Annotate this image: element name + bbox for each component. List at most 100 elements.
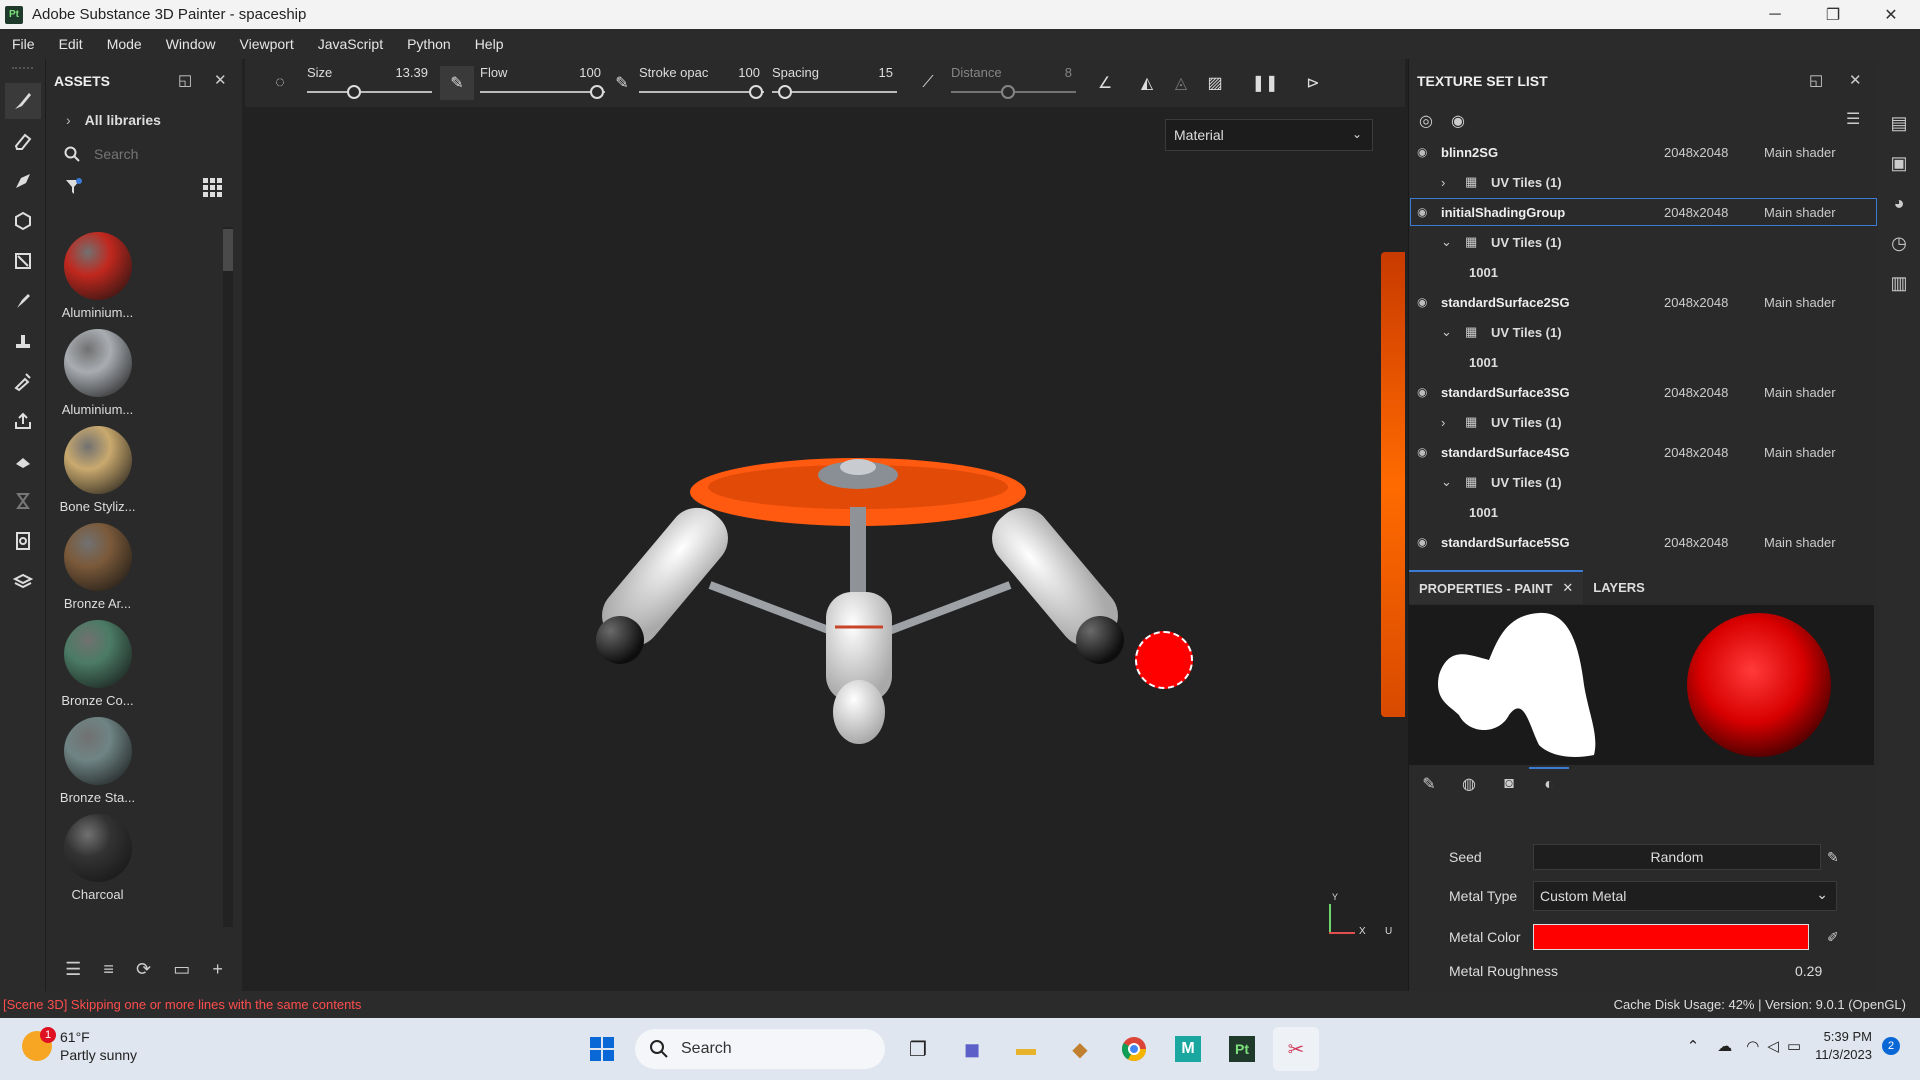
- geometry-fill-icon[interactable]: [5, 203, 41, 239]
- chevron-icon[interactable]: ⌄: [1441, 474, 1452, 490]
- smudge-tool-icon[interactable]: [5, 283, 41, 319]
- eye-icon[interactable]: ◉: [1417, 145, 1427, 159]
- eye-icon[interactable]: ◉: [1417, 205, 1427, 219]
- substance-painter-icon[interactable]: Pt: [1219, 1027, 1265, 1071]
- menu-javascript[interactable]: JavaScript: [306, 36, 395, 52]
- symmetry-icon[interactable]: ◭: [1130, 66, 1164, 100]
- search-input[interactable]: [94, 146, 194, 162]
- uv-tiles-row[interactable]: ⌄ ▦ UV Tiles (1): [1409, 227, 1878, 257]
- asset-item[interactable]: Bone Styliz...: [50, 420, 145, 517]
- metal-roughness-value[interactable]: 0.29: [1795, 963, 1822, 979]
- refresh-icon[interactable]: ⟳: [136, 959, 151, 980]
- weather-widget[interactable]: 1 61°F Partly sunny: [22, 1027, 137, 1064]
- maya-icon[interactable]: M: [1165, 1027, 1211, 1071]
- menu-window[interactable]: Window: [154, 36, 228, 52]
- minimize-button[interactable]: ─: [1746, 0, 1804, 29]
- tab-layers[interactable]: LAYERS: [1583, 570, 1655, 604]
- distance-slider[interactable]: Distance 8: [951, 59, 1076, 107]
- paint-brush-tool-icon[interactable]: [5, 83, 41, 119]
- assets-scrollbar[interactable]: [223, 227, 233, 927]
- chevron-icon[interactable]: ›: [1441, 415, 1445, 430]
- color-picker-icon[interactable]: [5, 363, 41, 399]
- hide-selection-icon[interactable]: ▨: [1198, 66, 1232, 100]
- size-slider[interactable]: Size 13.39: [307, 59, 432, 107]
- texture-set-row[interactable]: ◉ blinn2SG 2048x2048 Main shader: [1409, 137, 1878, 167]
- task-view-icon[interactable]: ❐: [895, 1027, 941, 1071]
- asset-item[interactable]: Charcoal: [50, 808, 145, 905]
- asset-item[interactable]: Bronze Ar...: [50, 517, 145, 614]
- eye-icon[interactable]: ◉: [1451, 111, 1465, 131]
- texture-set-row[interactable]: ◉ standardSurface4SG 2048x2048 Main shader: [1409, 437, 1878, 467]
- add-icon[interactable]: +: [212, 959, 223, 980]
- hourglass-icon[interactable]: [5, 483, 41, 519]
- viewport-split-icon[interactable]: ⊳: [1296, 66, 1330, 100]
- notification-badge[interactable]: 2: [1882, 1037, 1900, 1055]
- environment-icon[interactable]: ◕: [1878, 183, 1920, 223]
- taskbar-search[interactable]: Search: [635, 1029, 885, 1069]
- onedrive-icon[interactable]: ☁: [1717, 1037, 1732, 1055]
- document-search-icon[interactable]: [5, 523, 41, 559]
- windows-start-icon[interactable]: [579, 1027, 625, 1071]
- chevron-icon[interactable]: ›: [1441, 175, 1445, 190]
- chevron-icon[interactable]: ⌄: [1441, 324, 1452, 340]
- asset-item[interactable]: Aluminium...: [50, 323, 145, 420]
- tool-shelf-grip[interactable]: [12, 67, 33, 79]
- menu-mode[interactable]: Mode: [95, 36, 154, 52]
- wifi-icon[interactable]: ◠: [1746, 1037, 1759, 1055]
- folder-icon[interactable]: ▭: [173, 959, 190, 980]
- pen-pressure-flow-icon[interactable]: ✎: [605, 66, 639, 100]
- texture-set-settings-icon[interactable]: ▤: [1878, 103, 1920, 143]
- projection-tool-icon[interactable]: [5, 163, 41, 199]
- filter-icon[interactable]: [64, 177, 84, 197]
- brush-shape-icon[interactable]: ◌: [263, 66, 297, 100]
- undock-icon[interactable]: ◱: [178, 71, 192, 89]
- uv-tiles-row[interactable]: ⌄ ▦ UV Tiles (1): [1409, 317, 1878, 347]
- spaceship-model[interactable]: [590, 437, 1130, 757]
- eraser-tool-icon[interactable]: [5, 123, 41, 159]
- uv-tiles-row[interactable]: › ▦ UV Tiles (1): [1409, 407, 1878, 437]
- menu-edit[interactable]: Edit: [47, 36, 95, 52]
- clock[interactable]: 5:39 PM 11/3/2023: [1815, 1028, 1872, 1064]
- texture-set-row[interactable]: ◉ standardSurface3SG 2048x2048 Main shader: [1409, 377, 1878, 407]
- metal-type-select[interactable]: Custom Metal ⌄: [1533, 881, 1837, 911]
- eye-icon[interactable]: ◉: [1417, 445, 1427, 459]
- polygon-fill-icon[interactable]: [5, 243, 41, 279]
- mesh-icon[interactable]: [5, 563, 41, 599]
- uv-tiles-row[interactable]: › ▦ UV Tiles (1): [1409, 167, 1878, 197]
- game-app-icon[interactable]: ◆: [1057, 1027, 1103, 1071]
- pen-pressure-icon[interactable]: ✎: [440, 66, 474, 100]
- pause-icon[interactable]: ❚❚: [1248, 66, 1282, 100]
- menu-icon[interactable]: ☰: [1846, 109, 1860, 129]
- snipping-tool-icon[interactable]: ✂: [1273, 1027, 1319, 1071]
- texture-set-row[interactable]: ◉ initialShadingGroup 2048x2048 Main shader: [1409, 197, 1878, 227]
- grid-view-icon[interactable]: [202, 177, 222, 197]
- seed-random-button[interactable]: Random: [1533, 844, 1821, 870]
- eyedropper-icon[interactable]: ✐: [1827, 929, 1839, 946]
- uv-tiles-row[interactable]: ⌄ ▦ UV Tiles (1): [1409, 467, 1878, 497]
- restore-button[interactable]: ❐: [1804, 0, 1862, 29]
- search-row[interactable]: [46, 137, 242, 171]
- stack-icon[interactable]: ≡: [103, 959, 114, 980]
- uv-tile-row[interactable]: 1001: [1409, 257, 1878, 287]
- metal-color-swatch[interactable]: [1533, 924, 1809, 950]
- close-button[interactable]: ✕: [1862, 0, 1920, 29]
- asset-item[interactable]: Bronze Co...: [50, 614, 145, 711]
- menu-file[interactable]: File: [0, 36, 47, 52]
- asset-item[interactable]: Aluminium...: [50, 226, 145, 323]
- chevron-up-icon[interactable]: ⌃: [1687, 1037, 1700, 1055]
- eye-icon[interactable]: ◉: [1417, 385, 1427, 399]
- clone-stamp-icon[interactable]: [5, 323, 41, 359]
- texture-set-row[interactable]: ◉ standardSurface2SG 2048x2048 Main shader: [1409, 287, 1878, 317]
- edit-icon[interactable]: ✎: [1827, 849, 1839, 866]
- teams-chat-icon[interactable]: ◼: [949, 1027, 995, 1071]
- material-icon[interactable]: ◐: [1529, 767, 1569, 801]
- uv-tile-row[interactable]: 1001: [1409, 497, 1878, 527]
- history-icon[interactable]: ◷: [1878, 223, 1920, 263]
- display-settings-icon[interactable]: ▣: [1878, 143, 1920, 183]
- uv-tile-row[interactable]: 1001: [1409, 347, 1878, 377]
- chevron-icon[interactable]: ⌄: [1441, 234, 1452, 250]
- undock-icon[interactable]: ◱: [1809, 71, 1823, 89]
- export-icon[interactable]: [5, 403, 41, 439]
- visibility-mode-icon[interactable]: ◎: [1419, 111, 1433, 131]
- eye-icon[interactable]: ◉: [1417, 295, 1427, 309]
